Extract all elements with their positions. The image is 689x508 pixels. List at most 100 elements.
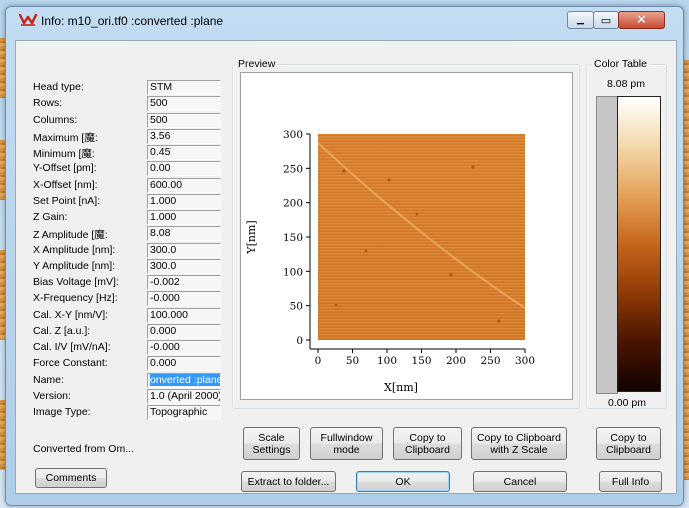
info-field-value[interactable]: 0.00 bbox=[147, 161, 221, 176]
copy-to-clipboard-button[interactable]: Copy to Clipboard bbox=[393, 427, 462, 460]
x-tick-label: 0 bbox=[315, 355, 322, 367]
info-field-value-text: 8.08 bbox=[150, 227, 171, 239]
info-field-label: X-Frequency [Hz]: bbox=[33, 292, 118, 304]
color-table-max-label: 8.08 pm bbox=[607, 78, 645, 90]
x-tick-label: 200 bbox=[446, 355, 466, 367]
info-field-value[interactable]: 100.000 bbox=[147, 308, 221, 323]
close-button[interactable]: ✕ bbox=[618, 11, 665, 29]
info-field-value[interactable]: onverted :plane bbox=[147, 373, 221, 388]
topography-image bbox=[317, 134, 526, 340]
surface-defect bbox=[364, 249, 368, 253]
info-field-value[interactable]: 0.000 bbox=[147, 324, 221, 339]
comments-button[interactable]: Comments bbox=[35, 468, 107, 488]
info-field-value[interactable]: 0.000 bbox=[147, 356, 221, 371]
info-field-value[interactable]: 1.000 bbox=[147, 210, 221, 225]
info-field-label: Cal. I/V [mV/nA]: bbox=[33, 341, 111, 353]
preview-group-title: Preview bbox=[236, 58, 278, 70]
info-field-value[interactable]: 500 bbox=[147, 96, 221, 111]
info-field-label: Y-Offset [pm]: bbox=[33, 162, 97, 174]
x-axis-label: X[nm] bbox=[384, 381, 418, 394]
info-field-label: Set Point [nA]: bbox=[33, 195, 101, 207]
info-field-label: Head type: bbox=[33, 81, 84, 93]
minimize-icon: ▁ bbox=[577, 14, 584, 25]
ok-button[interactable]: OK bbox=[356, 471, 450, 492]
info-field-label: Name: bbox=[33, 374, 64, 386]
app-logo-icon bbox=[19, 13, 37, 26]
minimize-button[interactable]: ▁ bbox=[567, 11, 594, 29]
info-field-value-text: -0.000 bbox=[150, 292, 180, 304]
surface-defect bbox=[449, 273, 453, 277]
x-tick-label: 250 bbox=[480, 355, 500, 367]
color-table-copy-button[interactable]: Copy to Clipboard bbox=[596, 427, 661, 460]
info-field-value[interactable]: 1.000 bbox=[147, 194, 221, 209]
close-icon: ✕ bbox=[636, 12, 647, 28]
info-field-value[interactable]: 500 bbox=[147, 113, 221, 128]
info-field-label: Force Constant: bbox=[33, 357, 108, 369]
y-tick-labels: 300 250 200 150 100 50 0 bbox=[283, 129, 310, 347]
surface-defect bbox=[342, 169, 346, 173]
y-tick-label: 200 bbox=[283, 198, 303, 210]
info-field-value[interactable]: 1.0 (April 2000) bbox=[147, 389, 221, 404]
color-table-gradient[interactable] bbox=[617, 96, 661, 392]
info-field-label: Maximum [魔: bbox=[33, 132, 98, 144]
info-field-label: Bias Voltage [mV]: bbox=[33, 276, 119, 288]
info-field-value-text: 500 bbox=[150, 114, 168, 126]
full-info-button[interactable]: Full Info bbox=[599, 471, 662, 492]
y-tick-label: 0 bbox=[296, 335, 303, 347]
copy-with-z-scale-button[interactable]: Copy to Clipboard with Z Scale bbox=[471, 427, 567, 460]
info-field-value-text: Topographic bbox=[150, 406, 208, 418]
info-field-value-text: 3.56 bbox=[150, 130, 171, 142]
title-bar[interactable]: Info: m10_ori.tf0 :converted :plane ▁ ▭ … bbox=[6, 7, 683, 33]
info-field-value-text: onverted :plane bbox=[150, 374, 221, 386]
info-field-label: Columns: bbox=[33, 114, 78, 126]
info-field-value[interactable]: Topographic bbox=[147, 405, 221, 420]
color-table-group-title: Color Table bbox=[592, 58, 649, 70]
scale-settings-button[interactable]: Scale Settings bbox=[243, 427, 300, 460]
info-field-label: X Amplitude [nm]: bbox=[33, 244, 116, 256]
info-field-value[interactable]: 0.45 bbox=[147, 145, 221, 160]
x-tick-label: 300 bbox=[515, 355, 535, 367]
dialog-client-area: Head type: STM Rows: 500 Columns: 500 Maximum … bbox=[15, 40, 677, 494]
info-field-label: Y Amplitude [nm]: bbox=[33, 260, 116, 272]
info-field-value-text: 0.45 bbox=[150, 146, 171, 158]
info-field-value-text: 0.000 bbox=[150, 357, 177, 369]
info-field-label: Version: bbox=[33, 390, 71, 402]
info-field-value-text: 600.00 bbox=[150, 179, 183, 191]
maximize-button[interactable]: ▭ bbox=[593, 11, 619, 29]
info-field-value[interactable]: -0.002 bbox=[147, 275, 221, 290]
x-tick-label: 50 bbox=[346, 355, 359, 367]
info-field-value[interactable]: 600.00 bbox=[147, 178, 221, 193]
surface-defect bbox=[334, 303, 338, 307]
y-tick-label: 250 bbox=[283, 163, 303, 175]
info-field-label: Rows: bbox=[33, 97, 63, 109]
info-field-value[interactable]: -0.000 bbox=[147, 291, 221, 306]
x-tick-label: 150 bbox=[411, 355, 431, 367]
info-dialog-window: Info: m10_ori.tf0 :converted :plane ▁ ▭ … bbox=[5, 6, 684, 506]
x-tick-labels: 0 50 100 150 200 250 300 bbox=[315, 349, 535, 367]
info-field-value[interactable]: 300.0 bbox=[147, 259, 221, 274]
extract-to-folder-button[interactable]: Extract to folder... bbox=[241, 471, 336, 492]
info-field-value-text: 0.00 bbox=[150, 162, 171, 174]
preview-panel: 0 50 100 150 200 250 300 300 250 200 150 100 50 0 X[… bbox=[240, 72, 573, 400]
surface-defect bbox=[387, 178, 391, 182]
info-field-value[interactable]: 3.56 bbox=[147, 129, 221, 144]
info-field-value[interactable]: STM bbox=[147, 80, 221, 95]
info-field-value-text: STM bbox=[150, 81, 173, 93]
info-field-value[interactable]: -0.000 bbox=[147, 340, 221, 355]
maximize-icon: ▭ bbox=[600, 13, 612, 27]
info-field-value-text: -0.002 bbox=[150, 276, 180, 288]
preview-chart: 0 50 100 150 200 250 300 300 250 200 150 100 50 0 X[… bbox=[245, 129, 535, 394]
y-tick-label: 300 bbox=[283, 129, 303, 141]
fullwindow-mode-button[interactable]: Fullwindow mode bbox=[310, 427, 383, 460]
info-field-value-text: 1.000 bbox=[150, 195, 177, 207]
info-field-label: Z Amplitude [魔: bbox=[33, 229, 108, 241]
x-tick-label: 100 bbox=[377, 355, 397, 367]
info-field-value-text: 1.000 bbox=[150, 211, 177, 223]
cancel-button[interactable]: Cancel bbox=[473, 471, 567, 492]
info-field-value[interactable]: 300.0 bbox=[147, 243, 221, 258]
y-tick-label: 50 bbox=[290, 301, 303, 313]
window-title: Info: m10_ori.tf0 :converted :plane bbox=[41, 14, 224, 28]
info-field-value[interactable]: 8.08 bbox=[147, 226, 221, 241]
info-field-value-text: 0.000 bbox=[150, 325, 177, 337]
surface-defect bbox=[471, 165, 475, 169]
